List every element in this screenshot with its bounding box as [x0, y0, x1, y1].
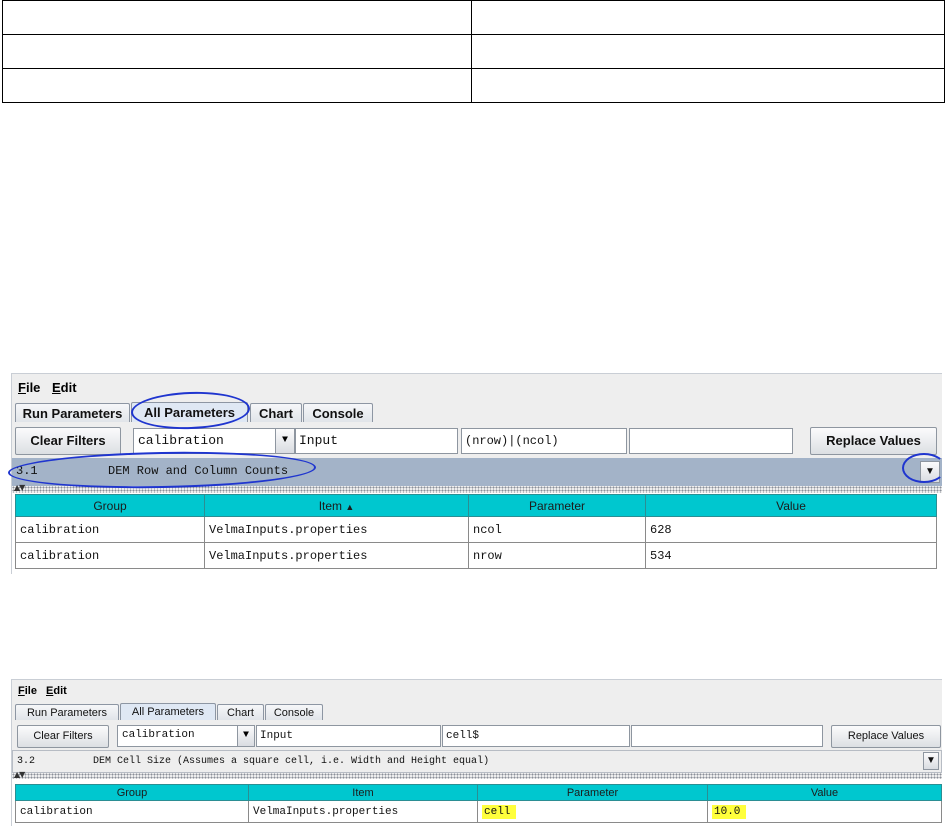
- cell-item[interactable]: VelmaInputs.properties: [248, 800, 478, 823]
- tab-run-parameters[interactable]: Run Parameters: [15, 704, 119, 721]
- tab-chart[interactable]: Chart: [250, 403, 302, 423]
- clear-filters-button[interactable]: Clear Filters: [17, 725, 109, 748]
- group-filter-combo[interactable]: calibration ▼: [117, 725, 255, 747]
- collapse-arrows-icon[interactable]: ▲▼: [14, 483, 25, 492]
- column-header-item[interactable]: Item: [248, 784, 478, 801]
- parameter-filter-input[interactable]: cell$: [442, 725, 630, 747]
- cell-item[interactable]: VelmaInputs.properties: [204, 542, 469, 569]
- triangle-down-icon[interactable]: ▼: [275, 429, 294, 453]
- cell-parameter[interactable]: ncol: [468, 516, 646, 543]
- column-header-group[interactable]: Group: [15, 784, 249, 801]
- table-row[interactable]: calibration VelmaInputs.properties ncol …: [15, 516, 937, 543]
- table-row: [2, 34, 945, 69]
- menu-file[interactable]: File: [18, 380, 40, 395]
- column-header-group[interactable]: Group: [15, 494, 205, 517]
- parameter-filter-input[interactable]: (nrow)|(ncol): [461, 428, 627, 454]
- parameters-table: Group Item ▲ Parameter Value calibration…: [15, 494, 937, 569]
- menu-bar: File Edit: [12, 374, 942, 400]
- table-cell: [471, 34, 945, 69]
- parameters-table: Group Item Parameter Value calibration V…: [15, 784, 942, 823]
- table-cell: [2, 34, 472, 69]
- column-header-parameter[interactable]: Parameter: [468, 494, 646, 517]
- column-header-value[interactable]: Value: [645, 494, 937, 517]
- empty-table: [2, 0, 945, 103]
- table-cell: [471, 0, 945, 35]
- tab-console[interactable]: Console: [265, 704, 323, 721]
- group-filter-value: calibration: [122, 729, 195, 741]
- table-row[interactable]: calibration VelmaInputs.properties nrow …: [15, 542, 937, 569]
- cell-group[interactable]: calibration: [15, 542, 205, 569]
- table-row[interactable]: calibration VelmaInputs.properties cell …: [15, 800, 942, 823]
- tab-chart[interactable]: Chart: [217, 704, 264, 721]
- tab-run-parameters[interactable]: Run Parameters: [15, 403, 130, 423]
- value-filter-input[interactable]: [629, 428, 793, 454]
- cell-item[interactable]: VelmaInputs.properties: [204, 516, 469, 543]
- group-filter-value: calibration: [138, 433, 224, 448]
- description-number: 3.2: [17, 756, 36, 767]
- column-header-value[interactable]: Value: [707, 784, 942, 801]
- collapse-arrows-icon[interactable]: ▲▼: [14, 770, 25, 779]
- menu-bar: File Edit: [12, 680, 942, 702]
- column-header-item[interactable]: Item ▲: [204, 494, 469, 517]
- parameters-window-2: File Edit Run Parameters All Parameters …: [11, 679, 942, 826]
- filter-toolbar: Clear Filters calibration ▼ Input cell$ …: [12, 720, 942, 750]
- replace-values-button[interactable]: Replace Values: [831, 725, 941, 748]
- table-cell: [2, 0, 472, 35]
- table-cell: [471, 68, 945, 103]
- splitter-bar[interactable]: ▲▼: [12, 770, 942, 779]
- triangle-down-icon[interactable]: ▼: [237, 726, 254, 746]
- menu-file[interactable]: File: [18, 685, 37, 697]
- description-text: DEM Cell Size (Assumes a square cell, i.…: [93, 756, 490, 767]
- cell-value[interactable]: 10.0: [707, 800, 942, 823]
- table-row: [2, 68, 945, 103]
- menu-edit[interactable]: Edit: [52, 380, 77, 395]
- cell-parameter[interactable]: cell: [477, 800, 708, 823]
- tab-strip: Run Parameters All Parameters Chart Cons…: [12, 702, 942, 721]
- item-filter-input[interactable]: Input: [295, 428, 458, 454]
- clear-filters-button[interactable]: Clear Filters: [15, 427, 121, 455]
- cell-value[interactable]: 534: [645, 542, 937, 569]
- description-selector[interactable]: 3.2 DEM Cell Size (Assumes a square cell…: [12, 750, 942, 773]
- highlighted-value: 10.0: [712, 804, 747, 819]
- group-filter-combo[interactable]: calibration ▼: [133, 428, 295, 454]
- highlighted-parameter: cell: [482, 804, 517, 819]
- cell-group[interactable]: calibration: [15, 516, 205, 543]
- table-header-row: Group Item Parameter Value: [15, 784, 942, 801]
- cell-group[interactable]: calibration: [15, 800, 249, 823]
- menu-edit[interactable]: Edit: [46, 685, 67, 697]
- chevron-down-icon[interactable]: ▼: [923, 752, 939, 770]
- table-header-row: Group Item ▲ Parameter Value: [15, 494, 937, 517]
- table-row: [2, 0, 945, 35]
- cell-parameter[interactable]: nrow: [468, 542, 646, 569]
- item-filter-input[interactable]: Input: [256, 725, 441, 747]
- sort-ascending-icon: ▲: [345, 501, 355, 512]
- tab-all-parameters[interactable]: All Parameters: [120, 703, 216, 721]
- cell-value[interactable]: 628: [645, 516, 937, 543]
- replace-values-button[interactable]: Replace Values: [810, 427, 937, 455]
- value-filter-input[interactable]: [631, 725, 823, 747]
- table-cell: [2, 68, 472, 103]
- annotation-circle-dropdown: [902, 453, 946, 483]
- column-header-parameter[interactable]: Parameter: [477, 784, 708, 801]
- tab-console[interactable]: Console: [303, 403, 373, 423]
